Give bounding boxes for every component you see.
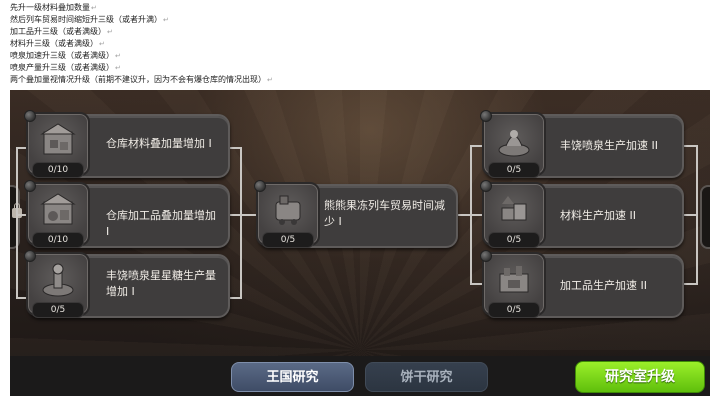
notes-block: 先升一级材料叠加数量↵ 然后列车贸易时间缩短升三级（或者升满）↵ 加工品升三级（… (10, 2, 710, 86)
pin-icon (480, 250, 492, 262)
research-label: 材料生产加速 II (560, 209, 636, 222)
warehouse-materials-icon: 0/10 (24, 110, 90, 178)
connector-line (228, 214, 258, 216)
tab-kingdom-research[interactable]: 王国研究 (231, 362, 354, 392)
research-card-warehouse-goods[interactable]: 0/10 仓库加工品叠加量增加 I (24, 180, 230, 248)
research-progress: 0/10 (32, 162, 84, 178)
research-card-warehouse-materials[interactable]: 0/10 仓库材料叠加量增加 I (24, 110, 230, 178)
research-progress: 0/5 (32, 302, 84, 318)
research-label: 仓库加工品叠加量增加 I (106, 209, 216, 238)
research-label: 丰饶喷泉星星糖生产量增加 I (106, 269, 216, 298)
note-line: 材料升三级（或者满级）↵ (10, 39, 105, 48)
scroll-right-handle[interactable] (700, 185, 710, 249)
research-card-goods-speed[interactable]: 0/5 加工品生产加速 II (480, 250, 684, 318)
materials-speed-icon: 0/5 (480, 180, 546, 248)
research-card-train-trade[interactable]: 0/5 熊熊果冻列车贸易时间减少 I (254, 180, 458, 248)
research-progress: 0/5 (488, 232, 540, 248)
research-progress: 0/5 (262, 232, 314, 248)
fountain-star-jelly-icon: 0/5 (24, 250, 90, 318)
research-progress: 0/5 (488, 302, 540, 318)
note-line: 然后列车贸易时间缩短升三级（或者升满）↵ (10, 15, 169, 24)
pin-icon (24, 250, 36, 262)
train-icon: 0/5 (254, 180, 320, 248)
research-card-fountain-jelly[interactable]: 0/5 丰饶喷泉星星糖生产量增加 I (24, 250, 230, 318)
bottom-tab-bar: 王国研究 饼干研究 研究室升级 (10, 356, 710, 396)
note-line: 加工品升三级（或者满级）↵ (10, 27, 113, 36)
research-progress: 0/5 (488, 162, 540, 178)
note-line: 喷泉加速升三级（或者满级）↵ (10, 51, 121, 60)
note-line: 两个叠加量视情况升级（前期不建议升，因为不会有爆仓库的情况出现）↵ (10, 75, 273, 84)
connector-line (16, 147, 18, 299)
warehouse-goods-icon: 0/10 (24, 180, 90, 248)
research-label: 加工品生产加速 II (560, 279, 647, 292)
note-line: 先升一级材料叠加数量↵ (10, 3, 97, 12)
connector-line (228, 297, 242, 299)
fountain-speed-icon: 0/5 (480, 110, 546, 178)
research-label: 仓库材料叠加量增加 I (106, 137, 212, 150)
pin-icon (480, 110, 492, 122)
pin-icon (24, 110, 36, 122)
research-tree-panel: 0/10 仓库材料叠加量增加 I 0/10 仓库加工品叠加量增加 I 0/5 丰… (10, 90, 710, 396)
research-label: 丰饶喷泉生产加速 II (560, 139, 658, 152)
connector-line (454, 214, 484, 216)
pin-icon (254, 180, 266, 192)
tab-cookie-research[interactable]: 饼干研究 (365, 362, 488, 392)
lab-upgrade-button[interactable]: 研究室升级 (575, 361, 705, 393)
connector-line (240, 147, 242, 299)
research-card-fountain-speed[interactable]: 0/5 丰饶喷泉生产加速 II (480, 110, 684, 178)
connector-line (470, 145, 472, 285)
note-line: 喷泉产量升三级（或者满级）↵ (10, 63, 121, 72)
research-card-materials-speed[interactable]: 0/5 材料生产加速 II (480, 180, 684, 248)
research-label: 熊熊果冻列车贸易时间减少 I (324, 199, 445, 228)
pin-icon (24, 180, 36, 192)
pin-icon (480, 180, 492, 192)
goods-speed-icon: 0/5 (480, 250, 546, 318)
research-progress: 0/10 (32, 232, 84, 248)
